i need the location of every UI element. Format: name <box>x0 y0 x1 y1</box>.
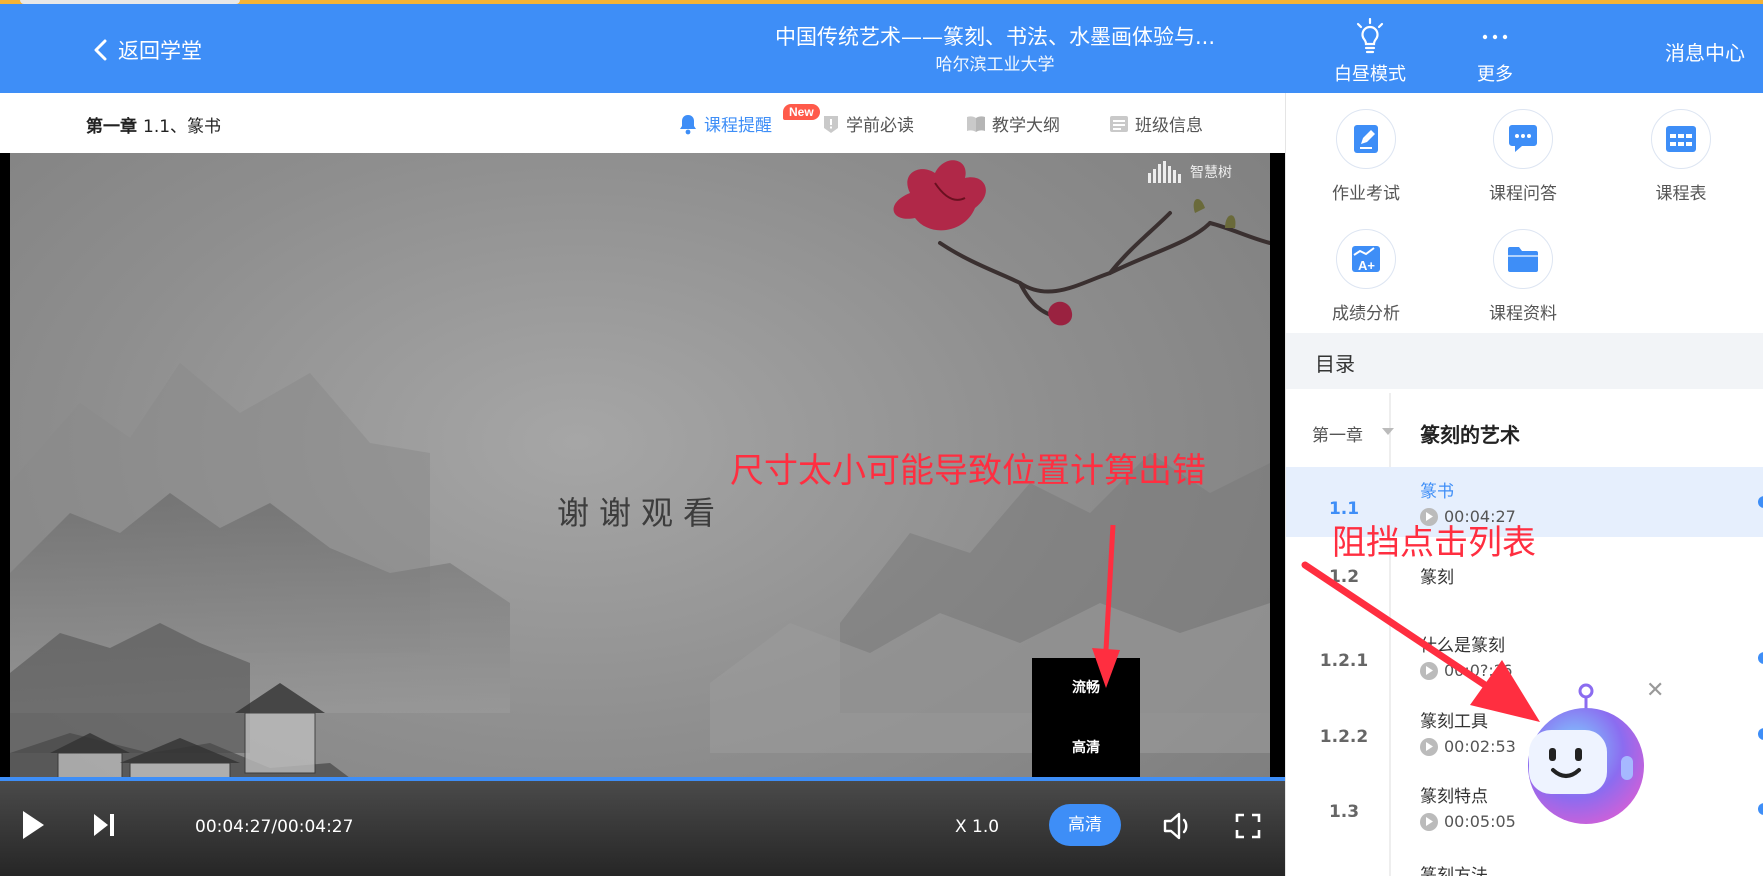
close-icon[interactable]: ✕ <box>1646 678 1664 703</box>
annotation-blocking-note: 阻挡点击列表 <box>1332 523 1536 563</box>
annotation-video-size-note: 尺寸太小可能导致位置计算出错 <box>730 451 1206 491</box>
assistant-robot-icon[interactable] <box>1525 682 1647 832</box>
annotation-arrows <box>1092 524 1540 722</box>
